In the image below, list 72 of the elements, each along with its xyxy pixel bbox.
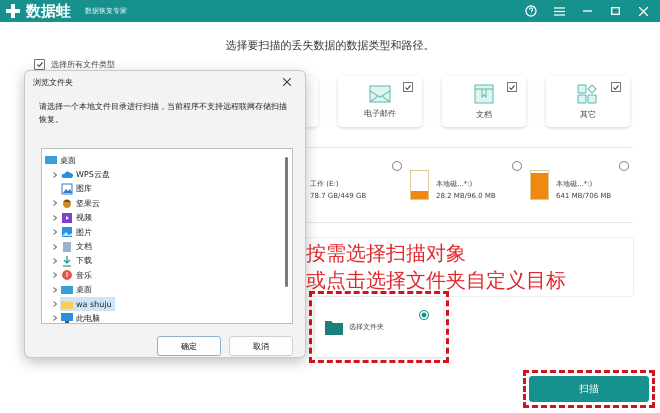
checkbox-label: 选择所有文件类型 — [51, 59, 115, 70]
chevron-icon[interactable] — [53, 258, 57, 264]
chevron-icon[interactable] — [53, 229, 57, 236]
tree-item[interactable]: 视频 — [60, 210, 95, 225]
radio-button[interactable] — [419, 310, 429, 320]
radio-button[interactable] — [512, 161, 522, 171]
menu-icon — [554, 6, 564, 16]
close-icon — [283, 78, 291, 86]
chevron-icon[interactable] — [53, 315, 57, 322]
envelope-icon — [369, 84, 391, 102]
tree-item[interactable]: 桌面 — [60, 282, 95, 297]
video-icon — [61, 212, 73, 224]
radio-button[interactable] — [619, 161, 629, 171]
file-type-card[interactable]: 文档 — [442, 76, 526, 127]
cloud-icon — [61, 168, 73, 181]
folder-icon — [61, 298, 73, 310]
file-type-label: 其它 — [580, 108, 596, 120]
chevron-icon[interactable] — [53, 214, 57, 221]
page-heading: 选择要扫描的丢失数据的数据类型和路径。 — [224, 38, 436, 53]
app-logo-text: 数据蛙 — [26, 2, 71, 20]
chevron-icon[interactable] — [53, 244, 57, 250]
chevron-icon[interactable] — [53, 272, 57, 278]
tree-item[interactable]: 图片 — [60, 225, 95, 240]
download-icon — [61, 254, 73, 267]
shapes-icon — [577, 84, 599, 104]
radio-button[interactable] — [392, 161, 402, 171]
chevron-icon[interactable] — [53, 200, 57, 206]
tree-item[interactable]: 图库 — [60, 182, 95, 196]
checkbox[interactable] — [34, 59, 45, 70]
document-icon — [61, 240, 73, 253]
drive-usage-icon — [530, 170, 549, 200]
dialog-message: 请选择一个本地文件目录进行扫描，当前程序不支持远程联网存储扫描恢复。 — [39, 101, 288, 126]
help-icon — [525, 5, 537, 17]
tree-item[interactable]: 下载 — [60, 254, 95, 268]
maximize-icon — [610, 7, 620, 15]
file-type-label: 文档 — [476, 108, 492, 120]
chevron-icon[interactable] — [53, 172, 57, 178]
scan-button[interactable]: 扫描 — [529, 376, 649, 402]
drive-usage-icon — [410, 170, 429, 200]
tree-item[interactable]: 音乐 — [60, 268, 95, 282]
document-icon — [474, 84, 494, 104]
picture-icon — [61, 226, 73, 238]
file-type-card[interactable]: 电子邮件 — [338, 76, 422, 127]
minimize-icon — [582, 10, 592, 12]
tree-item[interactable]: 桌面 — [44, 153, 79, 168]
picture-icon — [61, 182, 73, 195]
checkbox[interactable] — [403, 82, 413, 92]
dialog-button[interactable]: 取消 — [229, 336, 293, 356]
tree-item[interactable]: 坚果云 — [60, 196, 103, 210]
tree-item[interactable]: WPS云盘 — [60, 168, 113, 182]
dialog-button[interactable]: 确定 — [157, 336, 221, 356]
dialog-title: 浏览文件夹 — [33, 76, 73, 88]
close-icon — [638, 6, 648, 16]
acorn-icon — [61, 197, 73, 210]
annotation-text: 或点击选择文件夹自定义目标 — [306, 267, 567, 294]
desktop-icon — [45, 154, 57, 166]
desktop-icon — [61, 284, 73, 296]
scrollbar[interactable] — [285, 157, 288, 287]
tree-item[interactable]: wa shuju — [60, 297, 115, 312]
tree-item[interactable]: 此电脑 — [60, 311, 103, 326]
checkbox[interactable] — [611, 82, 621, 92]
computer-icon — [61, 312, 73, 324]
annotation-text: 按需选择扫描对象 — [306, 240, 467, 267]
chevron-icon[interactable] — [53, 286, 57, 293]
file-type-label: 电子邮件 — [364, 108, 396, 118]
folder-icon — [325, 320, 343, 334]
file-type-card[interactable]: 其它 — [546, 76, 630, 127]
plus-logo-icon — [6, 4, 20, 18]
close-button[interactable] — [281, 76, 293, 88]
checkbox[interactable] — [507, 82, 517, 92]
chevron-icon[interactable] — [53, 301, 57, 308]
tree-item[interactable]: 文档 — [60, 240, 95, 254]
